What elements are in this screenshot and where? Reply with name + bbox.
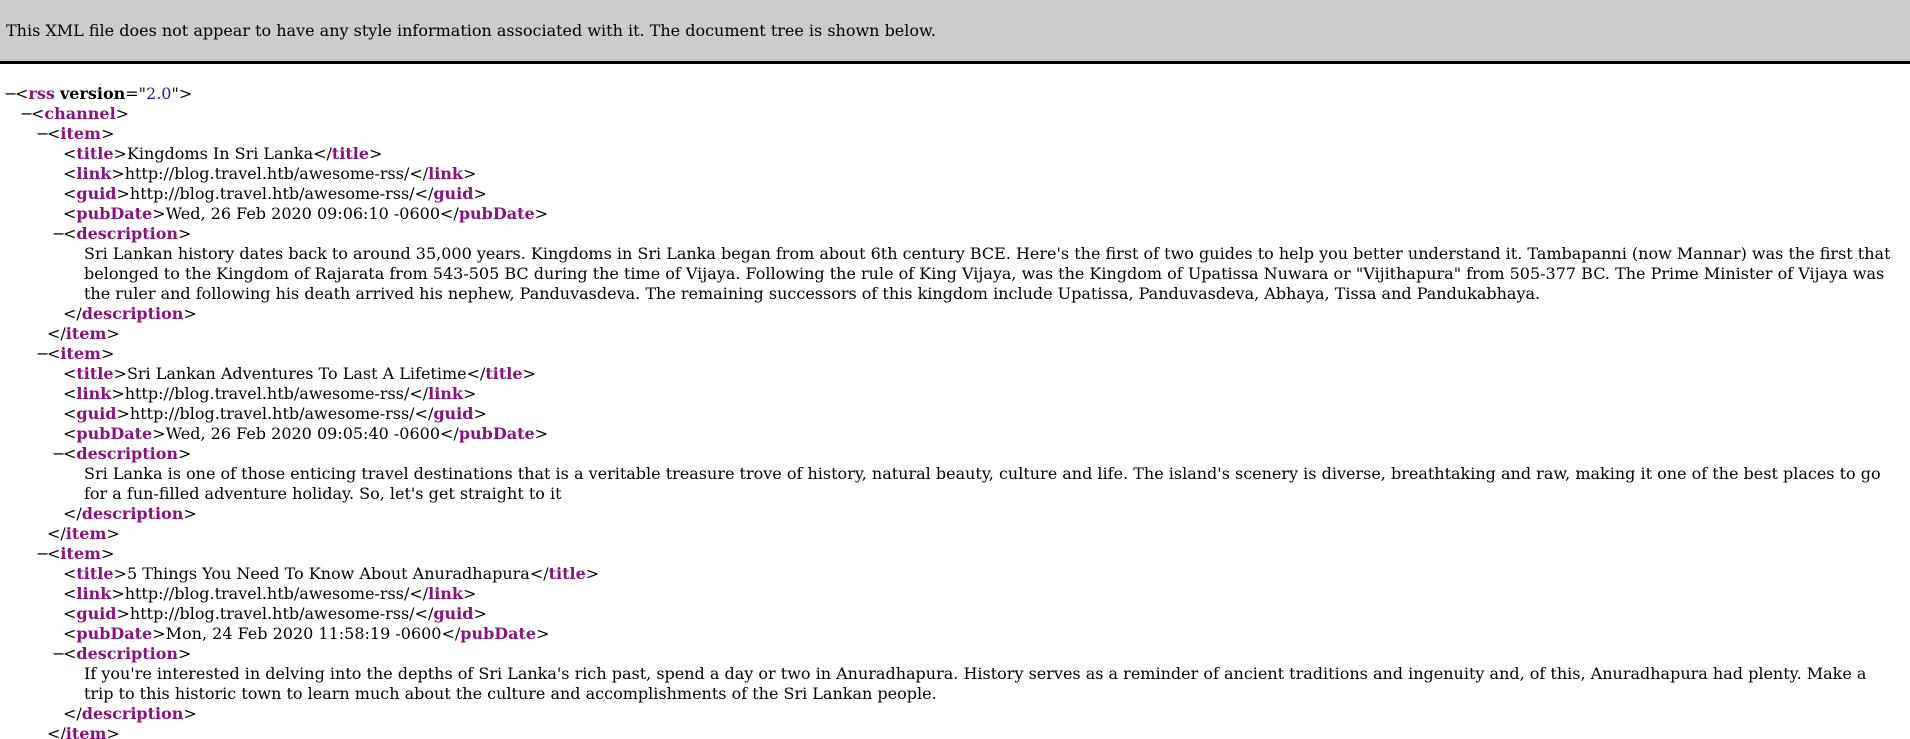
link-close-tag-name: link — [428, 384, 464, 403]
xml-document-tree: −<rss version="2.0"> −<channel> −<item> … — [0, 64, 1910, 739]
description-open-row: −<description> — [52, 444, 192, 464]
item-pubdate: Wed, 26 Feb 2020 09:06:10 -0600 — [165, 204, 441, 223]
title-tag-name: title — [76, 564, 114, 583]
link-row: <link>http://blog.travel.htb/awesome-rss… — [63, 164, 477, 183]
pubdate-row: <pubDate>Mon, 24 Feb 2020 11:58:19 -0600… — [63, 624, 550, 643]
item-close-tag-name: item — [65, 724, 107, 739]
guid-tag-name: guid — [76, 604, 117, 623]
item-title: 5 Things You Need To Know About Anuradha… — [126, 564, 530, 583]
description-tag-name: description — [76, 224, 178, 243]
description-open-row: −<description> — [52, 644, 192, 664]
pubdate-close-tag-name: pubDate — [458, 424, 535, 443]
channel-tag-name: channel — [44, 104, 116, 123]
guid-close-tag-name: guid — [433, 604, 474, 623]
rss-attr-name: version — [59, 84, 126, 103]
link-tag-name: link — [76, 584, 112, 603]
item-tag-name: item — [60, 544, 101, 563]
item-close-tag-name: item — [65, 324, 107, 343]
item-pubdate: Mon, 24 Feb 2020 11:58:19 -0600 — [165, 624, 442, 643]
description-close-tag-name: description — [81, 504, 184, 523]
item-link: http://blog.travel.htb/awesome-rss/ — [124, 164, 410, 183]
collapse-toggle-icon[interactable]: − — [20, 104, 33, 124]
link-close-tag-name: link — [428, 584, 464, 603]
item-title: Kingdoms In Sri Lanka — [126, 144, 314, 163]
guid-close-tag-name: guid — [433, 184, 474, 203]
item-guid: http://blog.travel.htb/awesome-rss/ — [129, 604, 415, 623]
guid-close-tag-name: guid — [433, 404, 474, 423]
item-open-row: −<item> — [36, 124, 115, 144]
item-close-tag-name: item — [65, 524, 107, 543]
pubdate-tag-name: pubDate — [76, 424, 153, 443]
title-tag-name: title — [76, 144, 114, 163]
item-tag-name: item — [60, 344, 101, 363]
xml-style-notice-bar: This XML file does not appear to have an… — [0, 0, 1910, 64]
link-tag-name: link — [76, 164, 112, 183]
item-description: Sri Lanka is one of those enticing trave… — [84, 464, 1881, 503]
link-tag-name: link — [76, 384, 112, 403]
guid-row: <guid>http://blog.travel.htb/awesome-rss… — [63, 184, 487, 203]
guid-row: <guid>http://blog.travel.htb/awesome-rss… — [63, 404, 487, 423]
item-tag-name: item — [60, 124, 101, 143]
item-link: http://blog.travel.htb/awesome-rss/ — [124, 384, 410, 403]
rss-item: −<item> <title>Sri Lankan Adventures To … — [4, 344, 1910, 544]
title-row: <title>Kingdoms In Sri Lanka</title> — [63, 144, 383, 163]
description-close-tag-name: description — [81, 704, 184, 723]
guid-tag-name: guid — [76, 404, 117, 423]
pubdate-tag-name: pubDate — [76, 204, 153, 223]
item-title: Sri Lankan Adventures To Last A Lifetime — [126, 364, 467, 383]
item-guid: http://blog.travel.htb/awesome-rss/ — [129, 404, 415, 423]
description-tag-name: description — [76, 444, 178, 463]
collapse-toggle-icon[interactable]: − — [52, 224, 65, 244]
item-open-row: −<item> — [36, 544, 115, 564]
collapse-toggle-icon[interactable]: − — [52, 644, 65, 664]
rss-item: −<item> <title>Kingdoms In Sri Lanka</ti… — [4, 124, 1910, 344]
item-close-row: </item> — [47, 524, 120, 543]
item-pubdate: Wed, 26 Feb 2020 09:05:40 -0600 — [165, 424, 441, 443]
title-row: <title>Sri Lankan Adventures To Last A L… — [63, 364, 536, 383]
title-row: <title>5 Things You Need To Know About A… — [63, 564, 600, 583]
link-close-tag-name: link — [428, 164, 464, 183]
items-container: −<item> <title>Kingdoms In Sri Lanka</ti… — [4, 124, 1910, 739]
item-guid: http://blog.travel.htb/awesome-rss/ — [129, 184, 415, 203]
item-description: Sri Lankan history dates back to around … — [84, 244, 1891, 303]
title-close-tag-name: title — [548, 564, 586, 583]
description-close-row: </description> — [63, 304, 197, 323]
pubdate-close-tag-name: pubDate — [458, 204, 535, 223]
item-close-row: </item> — [36, 724, 1910, 739]
guid-tag-name: guid — [76, 184, 117, 203]
link-row: <link>http://blog.travel.htb/awesome-rss… — [63, 584, 477, 603]
collapse-toggle-icon[interactable]: − — [36, 124, 49, 144]
collapse-toggle-icon[interactable]: − — [36, 344, 49, 364]
channel-open-row: −<channel> — [20, 104, 130, 124]
title-close-tag-name: title — [485, 364, 523, 383]
rss-open-row: −<rss version="2.0"> — [4, 84, 193, 104]
title-close-tag-name: title — [331, 144, 370, 163]
pubdate-close-tag-name: pubDate — [460, 624, 537, 643]
xml-style-notice: This XML file does not appear to have an… — [6, 20, 936, 40]
item-link: http://blog.travel.htb/awesome-rss/ — [124, 584, 410, 603]
collapse-toggle-icon[interactable]: − — [52, 444, 65, 464]
collapse-toggle-icon[interactable]: − — [4, 84, 17, 104]
item-open-row: −<item> — [36, 344, 115, 364]
description-close-row: </description> — [63, 504, 197, 523]
item-description: If you're interested in delving into the… — [84, 664, 1867, 703]
rss-item: −<item> <title>5 Things You Need To Know… — [4, 544, 1910, 739]
rss-tag-name: rss — [28, 84, 55, 103]
collapse-toggle-icon[interactable]: − — [36, 544, 49, 564]
rss-attr-value: 2.0 — [146, 84, 172, 103]
description-tag-name: description — [76, 644, 178, 663]
pubdate-row: <pubDate>Wed, 26 Feb 2020 09:05:40 -0600… — [63, 424, 549, 443]
title-tag-name: title — [76, 364, 114, 383]
description-open-row: −<description> — [52, 224, 192, 244]
link-row: <link>http://blog.travel.htb/awesome-rss… — [63, 384, 477, 403]
item-close-row: </item> — [47, 324, 120, 343]
description-close-row: </description> — [63, 704, 197, 723]
pubdate-tag-name: pubDate — [76, 624, 153, 643]
description-close-tag-name: description — [81, 304, 184, 323]
guid-row: <guid>http://blog.travel.htb/awesome-rss… — [63, 604, 487, 623]
pubdate-row: <pubDate>Wed, 26 Feb 2020 09:06:10 -0600… — [63, 204, 549, 223]
